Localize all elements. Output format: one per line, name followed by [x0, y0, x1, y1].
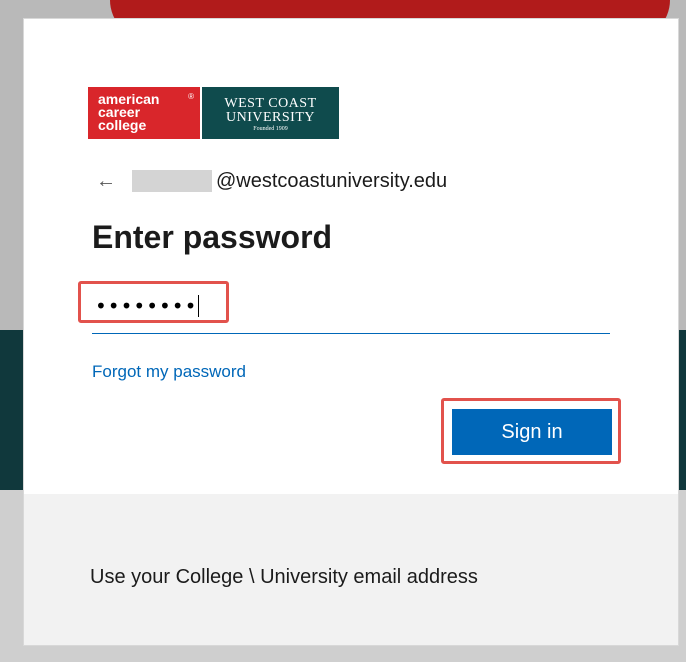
wcu-logo-line-2: UNIVERSITY [226, 110, 315, 125]
sign-in-button[interactable]: Sign in [452, 409, 612, 455]
email-domain: @westcoastuniversity.edu [216, 169, 448, 192]
signin-card: ® american career college WEST COAST UNI… [23, 18, 679, 646]
acc-logo-line-3: college [98, 117, 147, 133]
registered-mark: ® [188, 92, 194, 101]
password-input[interactable] [92, 287, 610, 331]
footer-hint-text: Use your College \ University email addr… [90, 566, 478, 588]
identity-banner: ← @westcoastuniversity.edu [96, 169, 447, 193]
wcu-logo: WEST COAST UNIVERSITY Founded 1909 [202, 87, 339, 139]
acc-logo: ® american career college [88, 87, 200, 139]
page-title: Enter password [92, 219, 333, 255]
password-field-wrapper: •••••••• [92, 287, 610, 334]
forgot-password-link[interactable]: Forgot my password [92, 362, 246, 382]
wcu-logo-founded: Founded 1909 [253, 126, 288, 132]
redacted-username [132, 170, 212, 192]
back-arrow-icon[interactable]: ← [96, 171, 120, 191]
university-logo: ® american career college WEST COAST UNI… [88, 87, 339, 139]
footer-panel: Use your College \ University email addr… [24, 494, 678, 645]
wcu-logo-line-1: WEST COAST [224, 96, 317, 111]
